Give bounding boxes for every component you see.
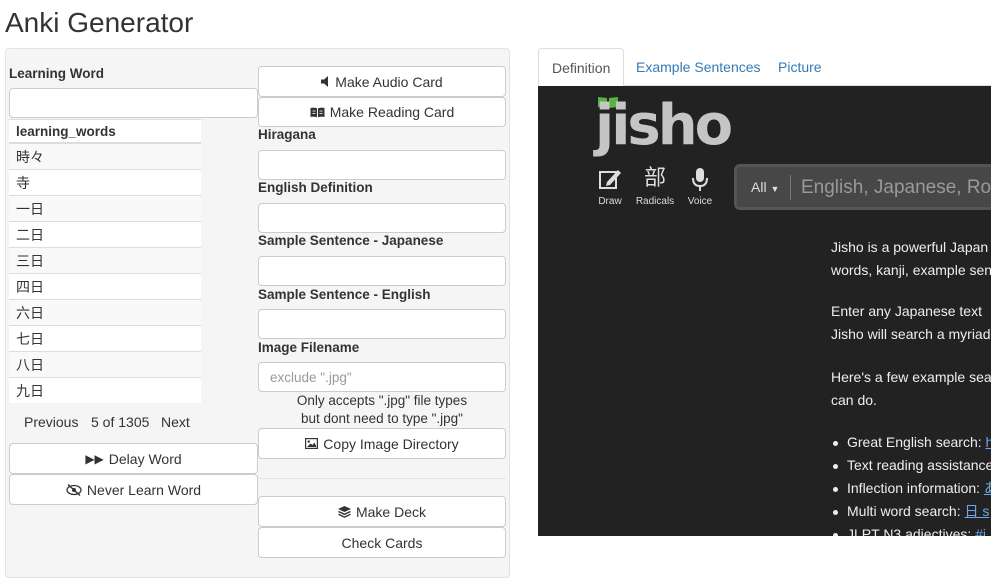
image-filename-hint-line2: but dont need to type ".jpg" bbox=[301, 411, 463, 426]
table-row[interactable]: 四日 bbox=[9, 273, 201, 300]
draw-tool[interactable]: Draw bbox=[585, 166, 635, 207]
english-definition-input[interactable] bbox=[258, 203, 506, 233]
example-link[interactable]: h bbox=[986, 434, 991, 450]
tab-example-sentences[interactable]: Example Sentences bbox=[623, 48, 774, 86]
sample-sentence-japanese-input[interactable] bbox=[258, 256, 506, 286]
example-search-list: Great English search: h Text reading ass… bbox=[831, 431, 991, 536]
pager-previous-button[interactable]: Previous bbox=[24, 414, 78, 430]
intro-line-2: words, kanji, example sen bbox=[831, 262, 991, 278]
image-filename-hint-line1: Only accepts ".jpg" file types bbox=[296, 393, 468, 408]
jisho-search-box: All ▼ bbox=[734, 164, 991, 210]
intro-line-4: Jisho will search a myriad bbox=[831, 326, 991, 342]
search-scope-dropdown[interactable]: All ▼ bbox=[751, 179, 779, 195]
make-audio-card-button[interactable]: Make Audio Card bbox=[258, 66, 506, 97]
table-row[interactable]: 九日 bbox=[9, 377, 201, 403]
check-cards-button[interactable]: Check Cards bbox=[258, 527, 506, 558]
intro-line-3: Enter any Japanese text bbox=[831, 303, 982, 319]
learning-word-input[interactable] bbox=[9, 88, 258, 118]
table-row[interactable]: 三日 bbox=[9, 247, 201, 274]
hiragana-input[interactable] bbox=[258, 150, 506, 180]
eye-slash-icon bbox=[66, 483, 82, 496]
make-reading-card-button[interactable]: Make Reading Card bbox=[258, 97, 506, 127]
book-open-icon bbox=[310, 107, 325, 117]
pager-status: 5 of 1305 bbox=[91, 414, 150, 430]
image-icon bbox=[305, 438, 319, 449]
list-item: Text reading assistance bbox=[831, 454, 991, 477]
list-item: Multi word search: 日 s bbox=[831, 500, 991, 523]
caret-down-icon: ▼ bbox=[770, 184, 780, 194]
sample-sentence-english-input[interactable] bbox=[258, 309, 506, 339]
copy-image-directory-button[interactable]: Copy Image Directory bbox=[258, 428, 506, 459]
learning-word-label: Learning Word bbox=[9, 66, 105, 81]
volume-icon bbox=[321, 76, 329, 87]
table-row[interactable]: 八日 bbox=[9, 351, 201, 378]
radicals-tool[interactable]: 部 Radicals bbox=[630, 166, 680, 207]
intro-line-5: Here's a few example sea bbox=[831, 369, 991, 385]
image-filename-input[interactable] bbox=[258, 362, 506, 392]
sample-sentence-japanese-label: Sample Sentence - Japanese bbox=[258, 233, 444, 248]
table-row[interactable]: 一日 bbox=[9, 195, 201, 222]
list-item: Inflection information: あ bbox=[831, 477, 991, 500]
table-row[interactable]: 時々 bbox=[9, 142, 201, 170]
app-title: Anki Generator bbox=[5, 7, 194, 38]
learning-words-table: learning_words 時々 寺 一日 二日 三日 四日 六日 七日 八日… bbox=[9, 119, 201, 403]
delay-word-button[interactable]: ▶▶ Delay Word bbox=[9, 443, 258, 474]
jisho-logo[interactable]: jisho bbox=[595, 98, 733, 154]
never-learn-word-button[interactable]: Never Learn Word bbox=[9, 474, 258, 505]
tab-definition[interactable]: Definition bbox=[538, 48, 625, 87]
tab-bar: Definition Example Sentences Picture bbox=[538, 48, 991, 87]
layers-icon bbox=[337, 505, 351, 518]
intro-line-6: can do. bbox=[831, 392, 877, 408]
example-link[interactable]: #j bbox=[975, 526, 986, 536]
tab-picture[interactable]: Picture bbox=[765, 48, 835, 86]
example-link[interactable]: あ bbox=[984, 480, 991, 496]
table-row[interactable]: 二日 bbox=[9, 221, 201, 248]
table-row[interactable]: 六日 bbox=[9, 299, 201, 326]
image-filename-label: Image Filename bbox=[258, 340, 360, 355]
example-link[interactable]: 日 s bbox=[964, 503, 989, 519]
divider bbox=[258, 478, 506, 479]
list-item: JLPT N3 adjectives: #j bbox=[831, 523, 991, 536]
pencil-square-icon bbox=[599, 170, 621, 189]
make-deck-button[interactable]: Make Deck bbox=[258, 496, 506, 527]
microphone-icon bbox=[692, 168, 708, 191]
hiragana-label: Hiragana bbox=[258, 127, 316, 142]
search-separator bbox=[790, 175, 791, 200]
voice-tool[interactable]: Voice bbox=[675, 166, 725, 207]
radicals-glyph: 部 bbox=[643, 166, 666, 191]
english-definition-label: English Definition bbox=[258, 180, 373, 195]
table-row[interactable]: 寺 bbox=[9, 169, 201, 196]
table-row[interactable]: 七日 bbox=[9, 325, 201, 352]
table-header: learning_words bbox=[9, 119, 201, 144]
pager-next-button[interactable]: Next bbox=[161, 414, 190, 430]
list-item: Great English search: h bbox=[831, 431, 991, 454]
jisho-frame: jisho Draw 部 Radicals Voice All ▼ Jisho … bbox=[538, 86, 991, 536]
intro-line-1: Jisho is a powerful Japan bbox=[831, 239, 989, 255]
jisho-search-input[interactable] bbox=[799, 167, 991, 209]
fast-forward-icon: ▶▶ bbox=[85, 451, 104, 466]
sample-sentence-english-label: Sample Sentence - English bbox=[258, 287, 431, 302]
